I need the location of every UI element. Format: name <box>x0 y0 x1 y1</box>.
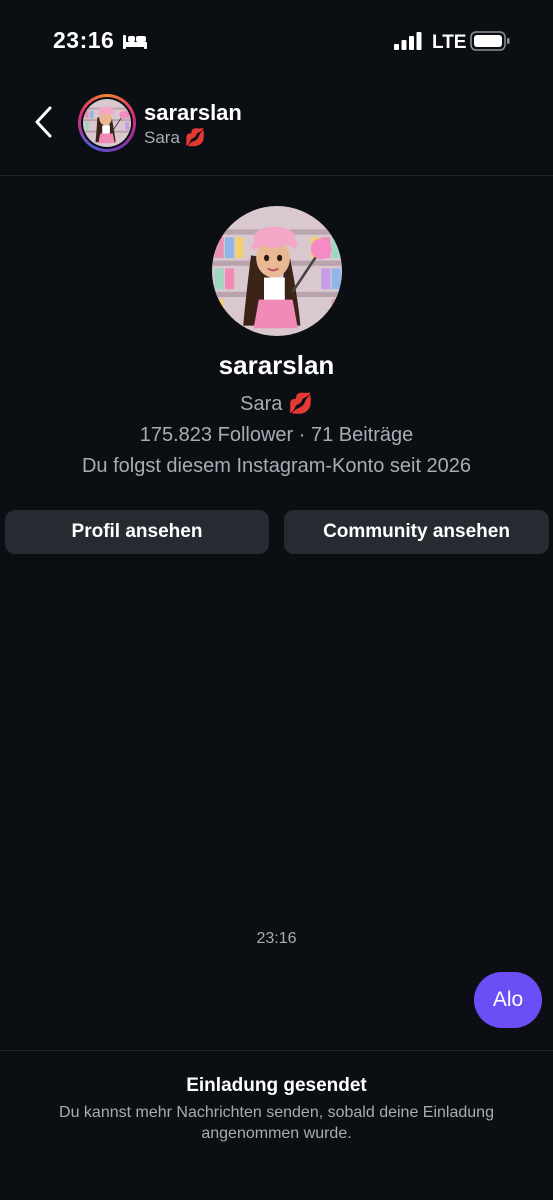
chevron-left-icon[interactable] <box>30 104 58 140</box>
invite-sent-title: Einladung gesendet <box>186 1075 367 1096</box>
network-label: LTE <box>432 32 467 53</box>
status-bar: 23:16 LTE <box>0 0 553 84</box>
view-profile-button[interactable]: Profil ansehen <box>5 510 269 554</box>
avatar-image <box>83 99 131 147</box>
header-avatar[interactable] <box>78 94 136 152</box>
message-timestamp: 23:16 <box>256 930 297 947</box>
chat-header: sararslan Sara 💋 <box>0 84 553 176</box>
sent-message-bubble[interactable]: Alo <box>474 972 542 1028</box>
battery-icon <box>470 31 510 51</box>
avatar-image <box>212 206 342 336</box>
signal-icon <box>394 32 422 50</box>
profile-display-name: Sara 💋 <box>240 393 313 415</box>
invite-footer: Einladung gesendet Du kannst mehr Nachri… <box>0 1050 553 1200</box>
status-time: 23:16 <box>53 27 115 53</box>
bed-icon <box>123 35 147 49</box>
profile-avatar[interactable] <box>212 206 342 336</box>
view-community-button[interactable]: Community ansehen <box>284 510 549 554</box>
profile-stats: 175.823 Follower · 71 Beiträge <box>139 424 414 446</box>
header-username[interactable]: sararslan <box>144 100 242 126</box>
invite-sent-text: Du kannst mehr Nachrichten senden, sobal… <box>59 1104 494 1142</box>
profile-username: sararslan <box>218 350 335 380</box>
header-display-name: Sara 💋 <box>144 128 206 147</box>
follow-info: Du folgst diesem Instagram-Konto seit 20… <box>81 455 472 477</box>
